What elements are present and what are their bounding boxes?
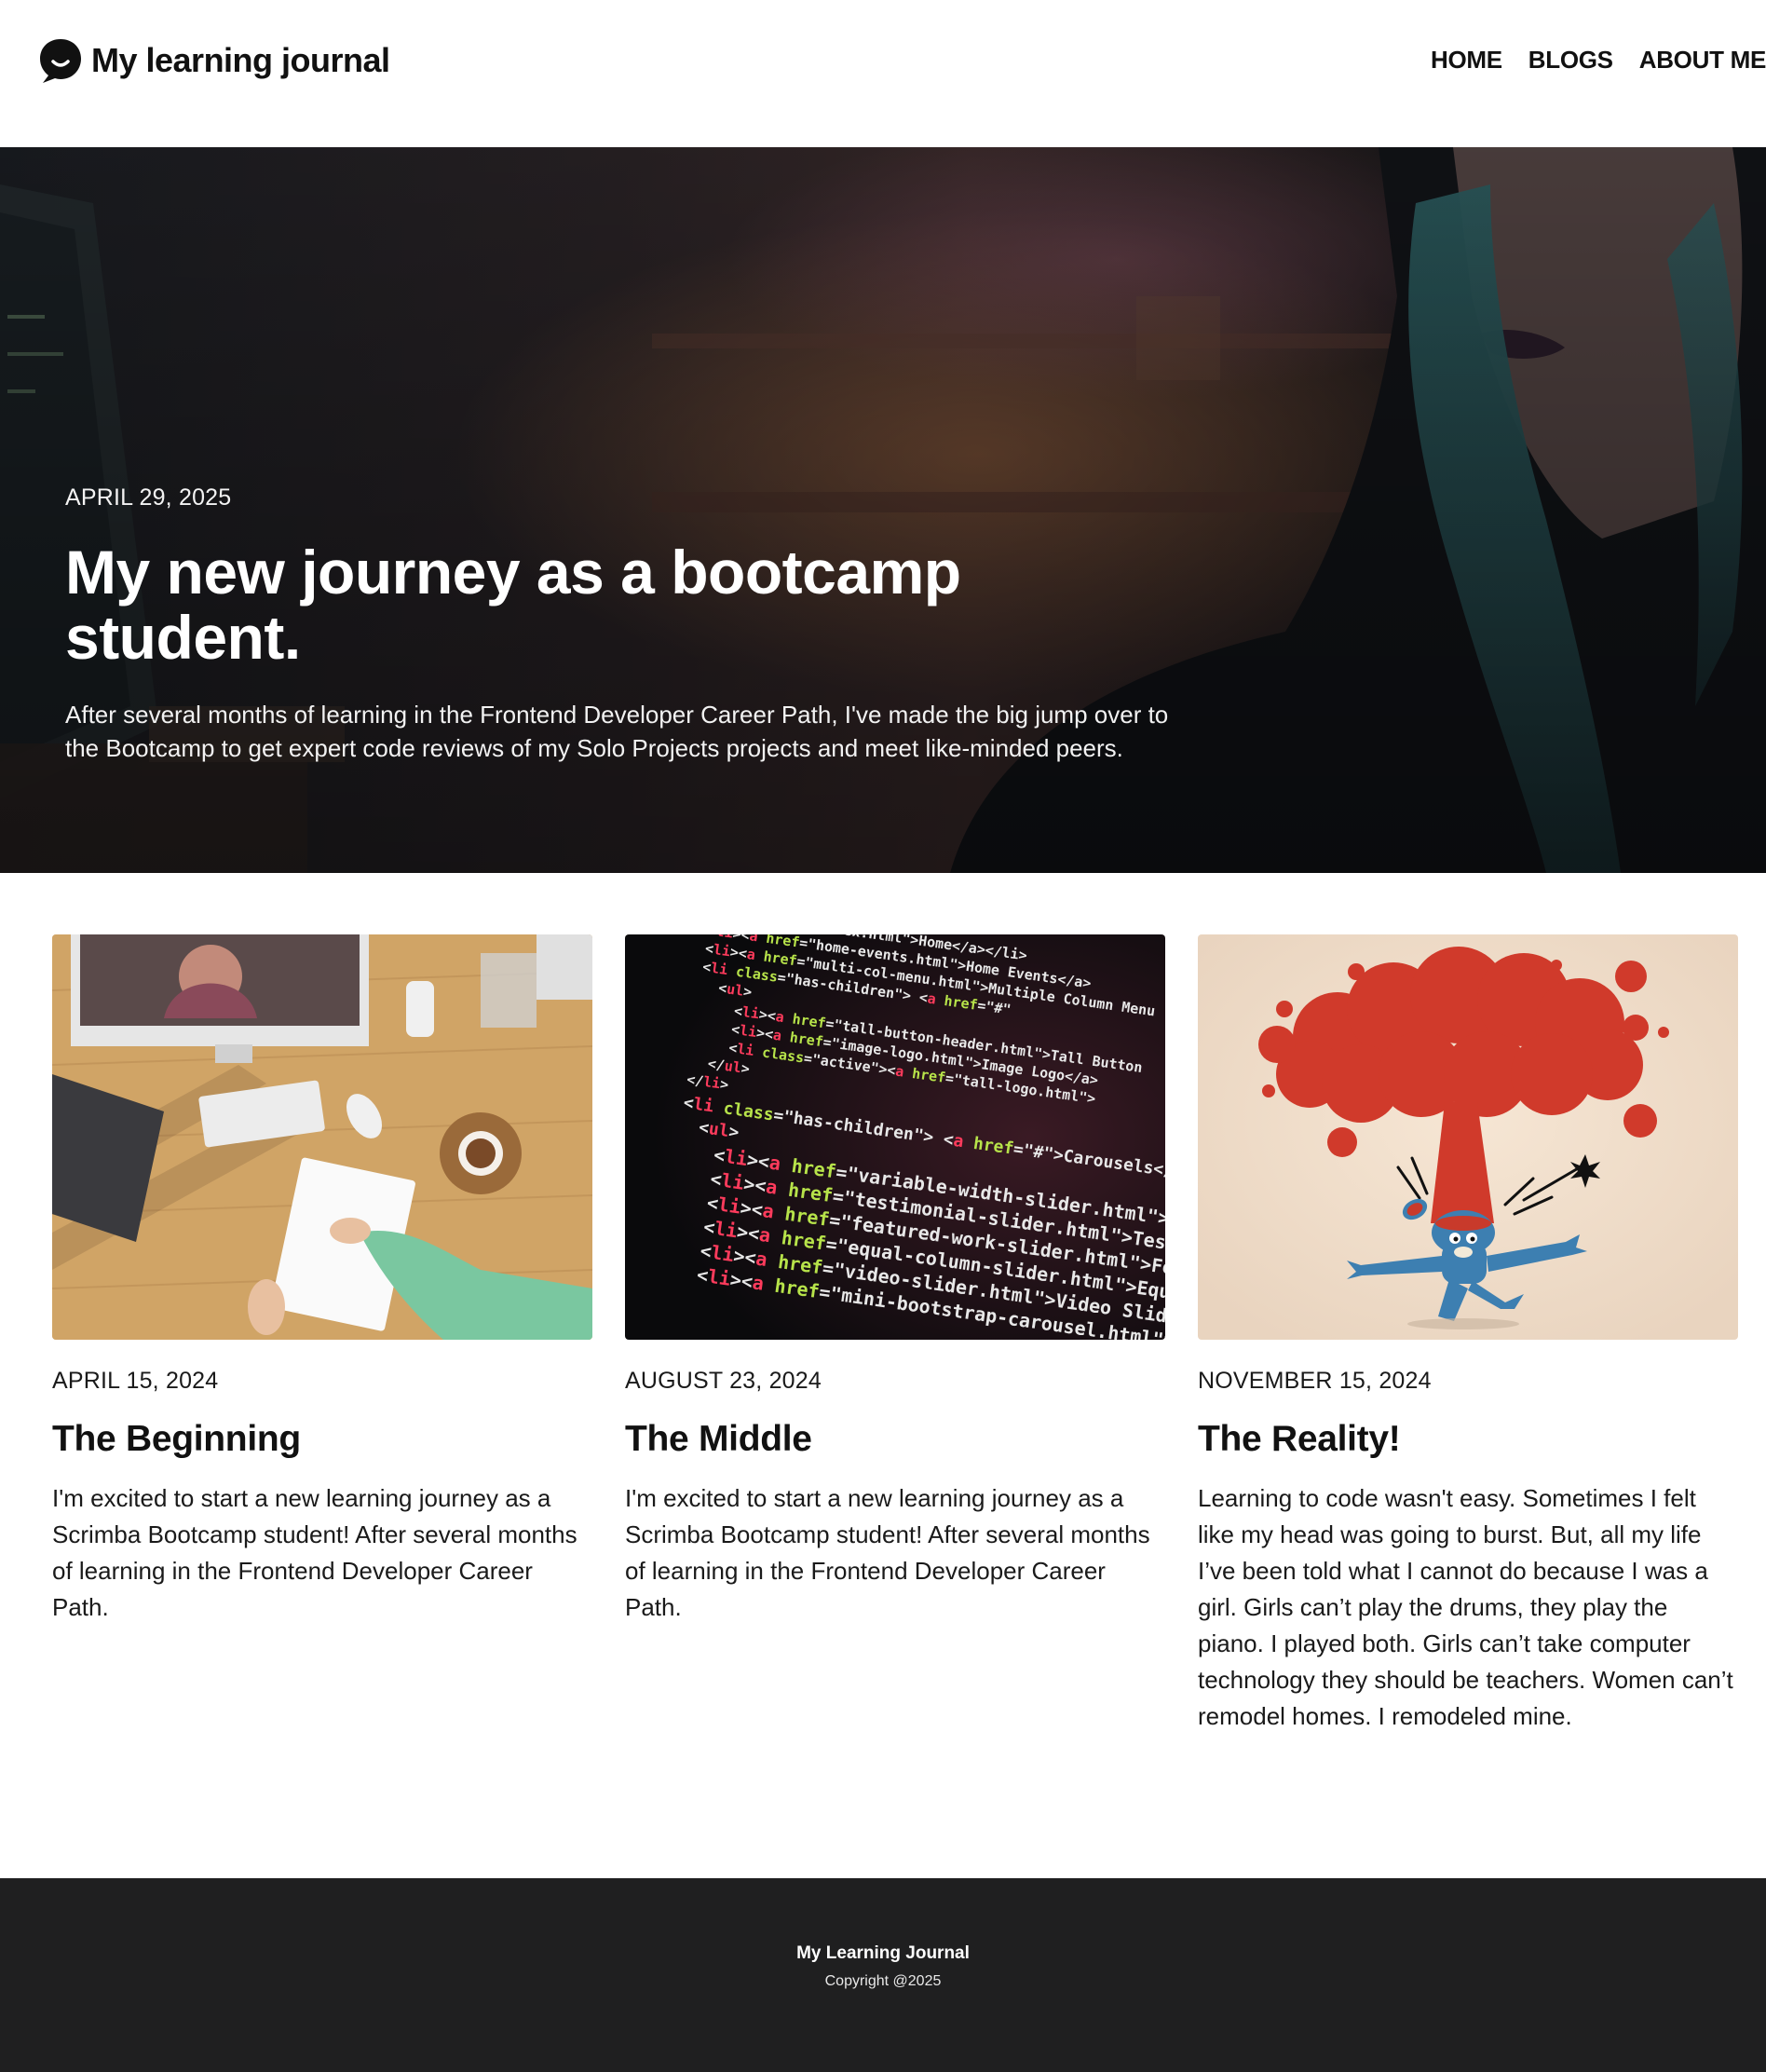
- post-excerpt: I'm excited to start a new learning jour…: [52, 1484, 577, 1621]
- speech-bubble-smile-icon: [40, 39, 81, 83]
- hero-description: After several months of learning in the …: [65, 701, 1169, 762]
- post-excerpt: Learning to code wasn't easy. Sometimes …: [1198, 1484, 1733, 1730]
- post-image-code[interactable]: <li><a href="index.html">Home</a></li> <…: [625, 934, 1165, 1340]
- post-date: AUGUST 23, 2024: [625, 1368, 822, 1394]
- nav-about-me-link[interactable]: ABOUT ME: [1639, 46, 1766, 75]
- brand[interactable]: My learning journal: [37, 35, 390, 86]
- hero-text: APRIL 29, 2025 My new journey as a bootc…: [65, 484, 1183, 765]
- post-date: APRIL 15, 2024: [52, 1368, 219, 1394]
- hero-title[interactable]: My new journey as a bootcamp student.: [65, 539, 997, 670]
- post-title[interactable]: The Reality!: [1198, 1419, 1738, 1460]
- hero-date: APRIL 29, 2025: [65, 484, 232, 511]
- footer-copyright: Copyright @2025: [824, 1973, 942, 1989]
- brand-title: My learning journal: [91, 41, 390, 79]
- post-card-reality[interactable]: NOVEMBER 15, 2024 The Reality! Learning …: [1198, 934, 1738, 1735]
- post-title[interactable]: The Beginning: [52, 1419, 592, 1460]
- post-image-desk[interactable]: [52, 934, 592, 1340]
- blog-posts-grid: APRIL 15, 2024 The Beginning I'm excited…: [52, 934, 1738, 1792]
- post-excerpt: I'm excited to start a new learning jour…: [625, 1484, 1150, 1621]
- nav-home-link[interactable]: HOME: [1431, 46, 1502, 75]
- site-footer: My Learning Journal Copyright @2025: [0, 1878, 1766, 2072]
- main-nav: HOME BLOGS ABOUT ME: [1431, 41, 1766, 78]
- post-title[interactable]: The Middle: [625, 1419, 1165, 1460]
- post-image-exploding-head[interactable]: [1198, 934, 1738, 1340]
- footer-title: My Learning Journal: [796, 1943, 970, 1963]
- hero-featured-post[interactable]: APRIL 29, 2025 My new journey as a bootc…: [0, 147, 1766, 873]
- post-date: NOVEMBER 15, 2024: [1198, 1368, 1432, 1394]
- site-header: My learning journal HOME BLOGS ABOUT ME: [0, 0, 1766, 147]
- post-card-beginning[interactable]: APRIL 15, 2024 The Beginning I'm excited…: [52, 934, 592, 1626]
- nav-blogs-link[interactable]: BLOGS: [1528, 46, 1613, 75]
- post-card-middle[interactable]: <li><a href="index.html">Home</a></li> <…: [625, 934, 1165, 1626]
